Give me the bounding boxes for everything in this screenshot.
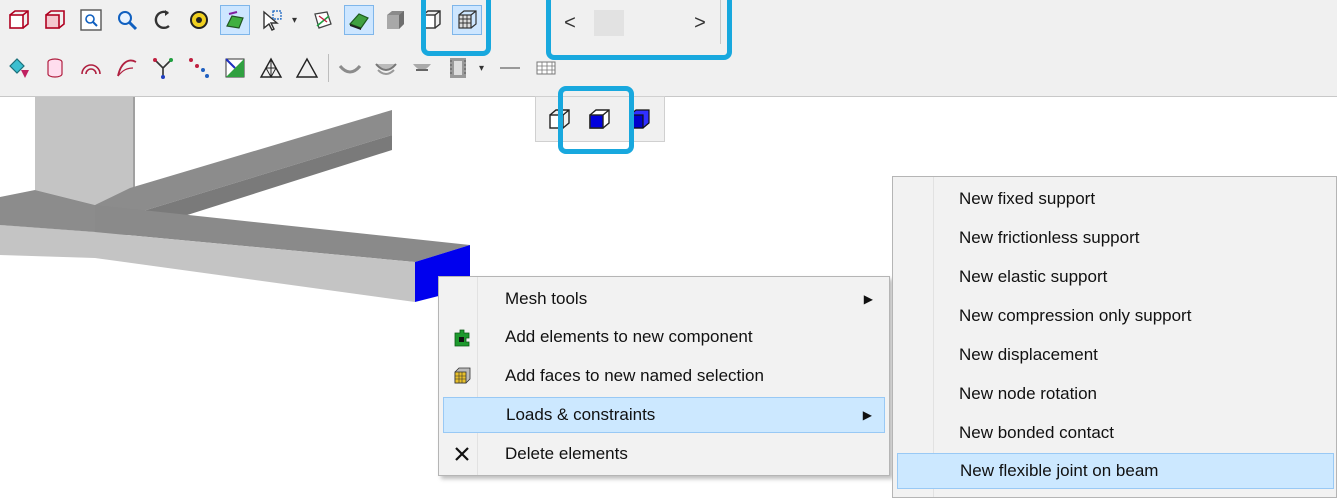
menu-item-delete-elements[interactable]: Delete elements	[443, 436, 885, 472]
face-selection-icon	[447, 361, 477, 391]
submenu-item-label: New frictionless support	[959, 228, 1140, 247]
shell-bowl-icon[interactable]	[335, 53, 365, 83]
select-surfaces-icon[interactable]	[220, 5, 250, 35]
curve-icon[interactable]	[112, 53, 142, 83]
submenu-item-label: New fixed support	[959, 189, 1096, 208]
toolbar-area: ▾ < > ▾	[0, 0, 1337, 97]
menu-item-loads-and-constraints[interactable]: Loads & constraints ▶	[443, 397, 885, 433]
submenu-item-new-node-rotation[interactable]: New node rotation	[897, 376, 1334, 412]
toolbar-row-1: ▾	[4, 0, 488, 40]
delete-x-icon	[447, 439, 477, 469]
submenu-item-new-compression-only-support[interactable]: New compression only support	[897, 298, 1334, 334]
submenu-item-new-elastic-support[interactable]: New elastic support	[897, 259, 1334, 295]
menu-item-add-faces-to-new-named-selection[interactable]: Add faces to new named selection	[443, 358, 885, 394]
context-menu: Mesh tools ▶ Add elements to new compone…	[438, 276, 890, 476]
loads-constraints-submenu: New fixed support New frictionless suppo…	[892, 176, 1337, 498]
vertical-beam-side	[133, 97, 135, 195]
submenu-item-label: New elastic support	[959, 267, 1108, 286]
shaded-box-icon[interactable]	[380, 5, 410, 35]
menu-item-label: Add elements to new component	[505, 327, 753, 346]
submenu-arrow-icon: ▶	[863, 292, 873, 306]
geometry-select-icon[interactable]	[4, 53, 34, 83]
vertical-beam-front	[35, 97, 133, 205]
submenu-item-new-flexible-joint-on-beam[interactable]: New flexible joint on beam	[897, 453, 1334, 489]
highlight-shaded-view	[421, 0, 491, 56]
highlight-scroller	[546, 0, 732, 60]
submenu-item-new-frictionless-support[interactable]: New frictionless support	[897, 220, 1334, 256]
shell-bowl-3-icon[interactable]	[407, 53, 437, 83]
triangle-mesh-icon[interactable]	[256, 53, 286, 83]
submenu-item-new-bonded-contact[interactable]: New bonded contact	[897, 415, 1334, 451]
section-plane-icon[interactable]	[308, 5, 338, 35]
submenu-item-label: New bonded contact	[959, 423, 1114, 442]
toolbar-separator	[328, 54, 329, 82]
menu-item-label: Loads & constraints	[506, 405, 656, 424]
zoom-window-icon[interactable]	[76, 5, 106, 35]
surface-shaded-icon[interactable]	[344, 5, 374, 35]
dots-icon[interactable]	[184, 53, 214, 83]
cylinder-icon[interactable]	[40, 53, 70, 83]
box-open-view-icon[interactable]	[40, 5, 70, 35]
menu-item-label: Mesh tools	[505, 289, 588, 308]
line-icon[interactable]	[495, 53, 525, 83]
zoom-icon[interactable]	[112, 5, 142, 35]
menu-item-mesh-tools[interactable]: Mesh tools ▶	[443, 281, 885, 317]
submenu-arrow-icon: ▶	[862, 408, 872, 422]
menu-item-label: Delete elements	[505, 444, 628, 463]
menu-item-add-elements-to-new-component[interactable]: Add elements to new component	[443, 319, 885, 355]
menu-item-label: Add faces to new named selection	[505, 366, 764, 385]
submenu-item-label: New displacement	[959, 345, 1098, 364]
submenu-item-new-displacement[interactable]: New displacement	[897, 337, 1334, 373]
mesh-element-icon[interactable]	[220, 53, 250, 83]
film-dropdown-icon[interactable]: ▾	[479, 63, 489, 74]
fillet-icon[interactable]	[76, 53, 106, 83]
box-view-icon[interactable]	[4, 5, 34, 35]
film-icon[interactable]	[443, 53, 473, 83]
shell-bowl-2-icon[interactable]	[371, 53, 401, 83]
submenu-item-label: New compression only support	[959, 306, 1192, 325]
puzzle-piece-icon	[447, 322, 477, 352]
select-mode-icon[interactable]	[256, 5, 286, 35]
submenu-item-new-fixed-support[interactable]: New fixed support	[897, 181, 1334, 217]
pan-view-icon[interactable]	[184, 5, 214, 35]
submenu-item-label: New node rotation	[959, 384, 1097, 403]
rotate-view-icon[interactable]	[148, 5, 178, 35]
select-mode-dropdown-icon[interactable]: ▾	[292, 15, 302, 26]
submenu-item-label: New flexible joint on beam	[960, 461, 1159, 480]
node-split-icon[interactable]	[148, 53, 178, 83]
triangle-outline-icon[interactable]	[292, 53, 322, 83]
